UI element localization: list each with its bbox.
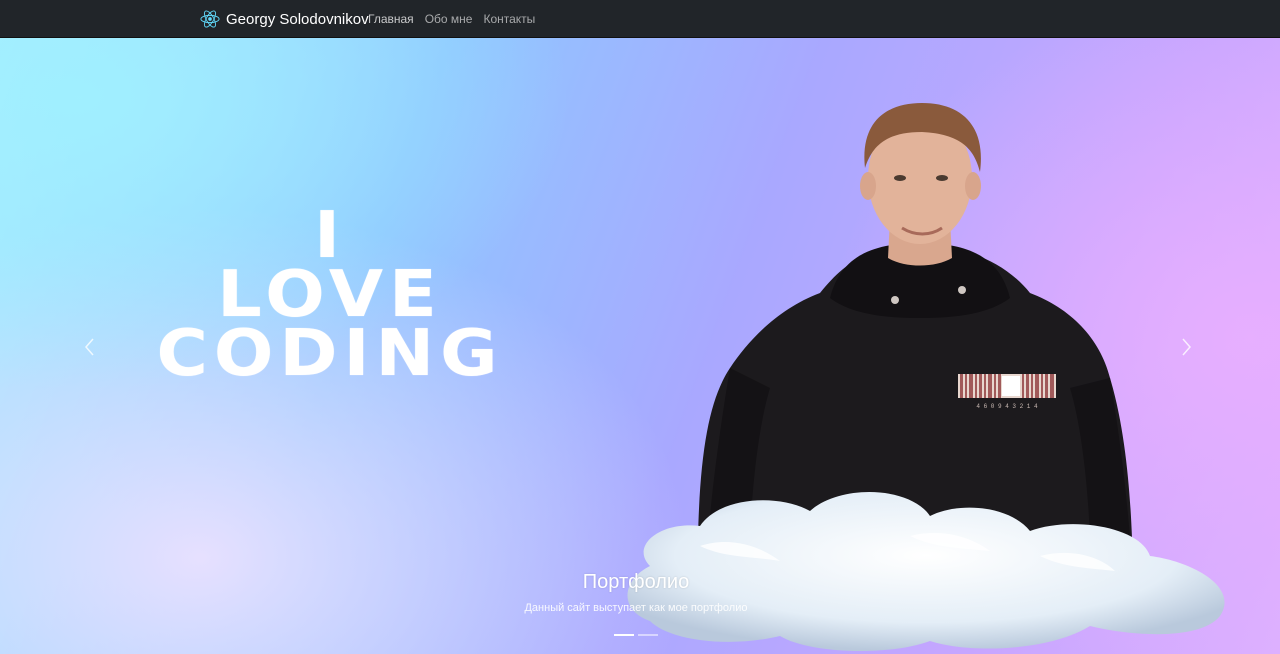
chevron-left-icon bbox=[85, 338, 94, 356]
react-atom-icon bbox=[200, 9, 220, 29]
carousel-prev-button[interactable] bbox=[80, 336, 100, 358]
carousel-indicator[interactable] bbox=[614, 634, 634, 636]
nav-link-contacts[interactable]: Контакты bbox=[483, 12, 535, 26]
carousel-indicator[interactable] bbox=[638, 634, 658, 636]
brand-link[interactable]: Georgy Solodovnikov bbox=[200, 0, 369, 38]
hero-slogan: I LOVE CODING bbox=[120, 203, 540, 391]
cloud-image bbox=[627, 492, 1225, 652]
barcode-digits: 4 6 0 9 4 3 2 1 4 bbox=[976, 403, 1038, 410]
hero-carousel: I LOVE CODING 4 6 0 9 4 3 2 1 4 Портфоли… bbox=[0, 38, 1280, 654]
caption-text: Данный сайт выступает как мое портфолио bbox=[524, 602, 748, 614]
main-nav: Главная Обо мне Контакты bbox=[368, 0, 535, 38]
caption-title: Портфолио bbox=[582, 571, 690, 593]
nav-link-about[interactable]: Обо мне bbox=[425, 12, 473, 26]
brand-name: Georgy Solodovnikov bbox=[226, 10, 369, 28]
carousel-caption: Портфолио Данный сайт выступает как мое … bbox=[436, 568, 836, 616]
hero-line: CODING bbox=[156, 315, 504, 391]
nav-link-home[interactable]: Главная bbox=[368, 12, 414, 26]
portrait-photo: 4 6 0 9 4 3 2 1 4 bbox=[698, 103, 1132, 538]
chevron-right-icon bbox=[1182, 338, 1191, 356]
top-navbar: Georgy Solodovnikov Главная Обо мне Конт… bbox=[0, 0, 1280, 38]
carousel-indicators bbox=[614, 634, 658, 636]
carousel-next-button[interactable] bbox=[1176, 336, 1196, 358]
